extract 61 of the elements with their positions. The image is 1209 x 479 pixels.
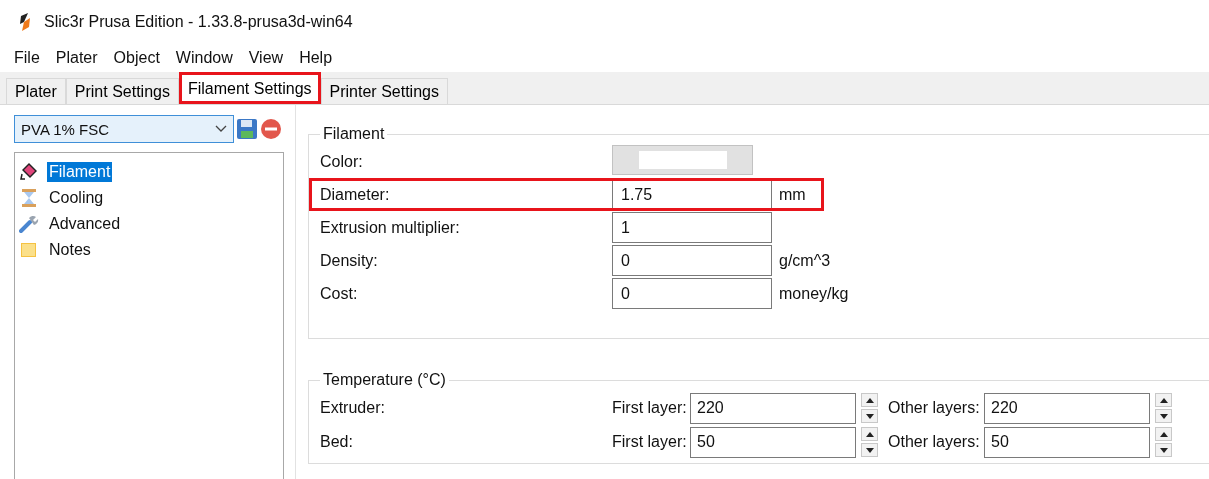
input-field[interactable]: 220 (690, 392, 856, 424)
spool-icon (19, 162, 39, 182)
menu-item[interactable]: View (240, 49, 292, 67)
app-logo-icon (18, 12, 32, 32)
caret-down-icon (1159, 413, 1168, 419)
menu-item[interactable]: File (6, 49, 48, 67)
preset-dropdown[interactable]: PVA 1% FSC (14, 115, 234, 143)
color-button[interactable] (612, 144, 753, 175)
caret-down-icon (865, 413, 874, 419)
caret-up-icon (1159, 397, 1168, 403)
field-label: Bed: (320, 433, 354, 451)
input-field[interactable]: 50 (984, 426, 1150, 458)
field-label: Other layers: (888, 433, 981, 451)
input-field[interactable]: 50 (690, 426, 856, 458)
menu-item[interactable]: Object (105, 49, 168, 67)
save-icon[interactable] (236, 118, 258, 140)
field-label: First layer: (612, 433, 688, 451)
field-label: Density: (320, 251, 379, 270)
menu-item[interactable]: Window (167, 49, 241, 67)
spin-button[interactable] (861, 427, 878, 457)
input-field[interactable]: 1.75 (612, 179, 772, 210)
delete-icon[interactable] (260, 118, 282, 140)
tree-item[interactable]: Notes (47, 240, 93, 260)
menu-item[interactable]: Help (291, 49, 341, 67)
tab[interactable]: Plater (6, 78, 66, 104)
caret-up-icon (1159, 431, 1168, 437)
tab[interactable]: Print Settings (65, 78, 179, 104)
menu-item[interactable]: Plater (47, 49, 106, 67)
window-title: Slic3r Prusa Edition - 1.33.8-prusa3d-win64 (44, 13, 353, 31)
spin-button[interactable] (1155, 427, 1172, 457)
input-field[interactable]: 220 (984, 392, 1150, 424)
caret-up-icon (865, 397, 874, 403)
tree-item[interactable]: Cooling (47, 188, 106, 208)
spin-button[interactable] (1155, 393, 1172, 423)
field-label: Extrusion multiplier: (320, 218, 461, 237)
input-field[interactable]: 0 (612, 278, 772, 309)
field-label: Color: (320, 152, 364, 171)
unit-label: mm (779, 185, 806, 204)
field-label: Diameter: (320, 185, 391, 204)
input-field[interactable]: 0 (612, 245, 772, 276)
field-label: First layer: (612, 399, 688, 417)
group-title: Filament (322, 125, 386, 143)
field-label: Other layers: (888, 399, 981, 417)
spin-button[interactable] (861, 393, 878, 423)
tree-item[interactable]: Filament (47, 162, 113, 182)
caret-up-icon (865, 431, 874, 437)
unit-label: money/kg (779, 284, 849, 303)
unit-label: g/cm^3 (779, 251, 831, 270)
input-field[interactable]: 1 (612, 212, 772, 243)
group-title: Temperature (°C) (322, 371, 447, 389)
tab[interactable]: Filament Settings (178, 72, 321, 104)
field-label: Extruder: (320, 399, 386, 417)
note-icon (19, 240, 39, 260)
chevron-down-icon (215, 125, 227, 133)
tab[interactable]: Printer Settings (320, 78, 448, 104)
caret-down-icon (865, 447, 874, 453)
caret-down-icon (1159, 447, 1168, 453)
wrench-icon (19, 214, 39, 234)
field-label: Cost: (320, 284, 359, 303)
tree-item[interactable]: Advanced (47, 214, 123, 234)
hourglass-icon (19, 188, 39, 208)
